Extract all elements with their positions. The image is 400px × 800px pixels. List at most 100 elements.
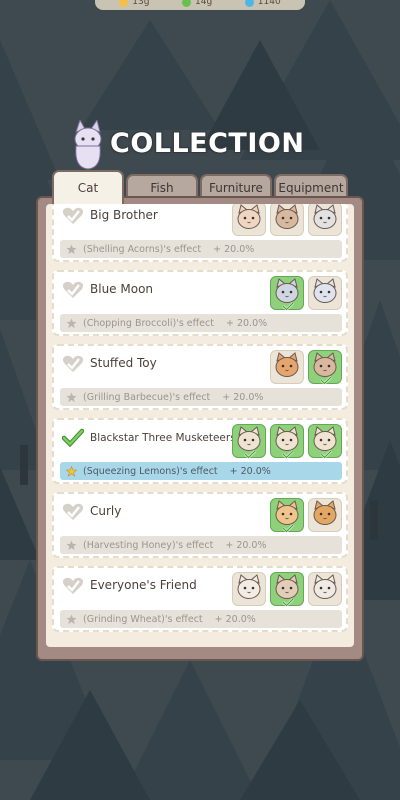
cat-slot[interactable] — [270, 572, 304, 608]
cat-face-icon — [311, 204, 339, 234]
collection-card[interactable]: Stuffed Toy (Grilling Barbecue)'s effect +… — [52, 344, 348, 410]
cat-face-icon — [311, 574, 339, 604]
cat-slot[interactable] — [308, 204, 342, 236]
effect-bonus: + 20.0% — [222, 391, 264, 403]
cat-slots — [232, 204, 342, 236]
star-icon — [66, 317, 77, 329]
cat-slot[interactable] — [270, 276, 304, 312]
cat-slot[interactable] — [270, 498, 304, 534]
effect-text: (Shelling Acorns)'s effect — [83, 243, 202, 255]
cat-face-icon — [311, 500, 339, 530]
collection-header: Curly — [60, 498, 342, 534]
cat-mascot-icon — [70, 118, 106, 174]
cat-slot[interactable] — [232, 204, 266, 236]
effect-bonus: + 20.0% — [214, 613, 256, 625]
header: COLLECTION — [68, 116, 328, 176]
star-icon — [66, 613, 77, 625]
page-title: COLLECTION — [110, 128, 305, 159]
collection-header: Blackstar Three Musketeers — [60, 424, 342, 460]
coins-icon — [119, 0, 129, 7]
effect-text: (Chopping Broccoli)'s effect — [83, 317, 214, 329]
coins-counter: 13g — [119, 0, 149, 7]
star-icon — [66, 243, 77, 255]
owned-check-icon — [282, 518, 294, 537]
cat-face-icon — [235, 574, 263, 604]
effect-text: (Grilling Barbecue)'s effect — [83, 391, 211, 403]
cat-slot[interactable] — [270, 350, 304, 384]
check-incomplete-icon — [62, 502, 84, 522]
collection-list-viewport[interactable]: Big Brother (Shelling Acorns)'s effect + 2… — [46, 204, 354, 647]
effect-bar: (Grinding Wheat)'s effect + 20.0% — [60, 610, 342, 628]
effect-text: (Squeezing Lemons)'s effect — [83, 465, 218, 477]
effect-bonus: + 20.0% — [225, 317, 268, 329]
cat-slots — [232, 572, 342, 608]
energy-counter: 14g — [182, 0, 212, 7]
currency-bar: 13g 14g 1140 — [95, 0, 305, 10]
cat-slot[interactable] — [308, 276, 342, 310]
cat-face-icon — [273, 204, 301, 234]
effect-bonus: + 20.0% — [229, 465, 271, 477]
effect-bar: (Squeezing Lemons)'s effect + 20.0% — [60, 462, 342, 480]
cat-slot[interactable] — [308, 350, 342, 386]
collection-panel: Big Brother (Shelling Acorns)'s effect + 2… — [36, 196, 364, 661]
collection-name: Blue Moon — [90, 282, 154, 296]
coins-value: 13g — [132, 0, 150, 7]
cat-slots — [270, 350, 342, 386]
check-incomplete-icon — [62, 280, 84, 300]
effect-bar: (Chopping Broccoli)'s effect + 20.0% — [60, 314, 342, 332]
tab-cat[interactable]: Cat — [52, 170, 124, 204]
owned-check-icon — [282, 296, 294, 315]
owned-check-icon — [282, 592, 294, 611]
gems-icon — [244, 0, 254, 7]
energy-value: 14g — [195, 0, 213, 7]
gems-value: 1140 — [257, 0, 281, 7]
gems-counter: 1140 — [244, 0, 281, 7]
cat-slots — [270, 276, 342, 312]
check-incomplete-icon — [62, 206, 84, 226]
star-icon — [66, 465, 77, 477]
check-complete-icon — [61, 428, 85, 448]
collection-header: Everyone's Friend — [60, 572, 342, 608]
owned-check-icon — [244, 444, 256, 463]
collection-name: Stuffed Toy — [90, 356, 157, 370]
cat-slot[interactable] — [308, 424, 342, 460]
cat-slot[interactable] — [308, 572, 342, 606]
collection-name: Everyone's Friend — [90, 578, 197, 592]
cat-slots — [270, 498, 342, 534]
effect-bar: (Harvesting Honey)'s effect + 20.0% — [60, 536, 342, 554]
effect-text: (Grinding Wheat)'s effect — [83, 613, 203, 625]
owned-check-icon — [320, 370, 332, 389]
collection-card[interactable]: Curly (Harvesting Honey)'s effect + 20.0% — [52, 492, 348, 558]
effect-bonus: + 20.0% — [213, 243, 255, 255]
collection-name: Big Brother — [90, 208, 158, 222]
owned-check-icon — [282, 444, 294, 463]
owned-check-icon — [320, 444, 332, 463]
star-icon — [66, 391, 77, 403]
collection-header: Blue Moon — [60, 276, 342, 312]
cat-slots — [232, 424, 342, 460]
cat-slot[interactable] — [308, 498, 342, 532]
cat-slot[interactable] — [232, 572, 266, 606]
effect-bar: (Grilling Barbecue)'s effect + 20.0% — [60, 388, 342, 406]
effect-bonus: + 20.0% — [225, 539, 267, 551]
cat-face-icon — [273, 352, 301, 382]
collection-name: Blackstar Three Musketeers — [90, 432, 236, 444]
star-icon — [66, 539, 77, 551]
effect-text: (Harvesting Honey)'s effect — [83, 539, 214, 551]
cat-slot[interactable] — [232, 424, 266, 460]
collection-header: Stuffed Toy — [60, 350, 342, 386]
check-incomplete-icon — [62, 576, 84, 596]
cat-face-icon — [311, 278, 339, 308]
collection-name: Curly — [90, 504, 122, 518]
collection-header: Big Brother — [60, 204, 342, 238]
collection-card[interactable]: Everyone's Friend (Grinding Wheat)'s effe… — [52, 566, 348, 632]
check-incomplete-icon — [62, 354, 84, 374]
effect-bar: (Shelling Acorns)'s effect + 20.0% — [60, 240, 342, 258]
cat-slot[interactable] — [270, 424, 304, 460]
cat-slot[interactable] — [270, 204, 304, 236]
energy-icon — [182, 0, 192, 7]
cat-face-icon — [235, 204, 263, 234]
collection-card[interactable]: Blackstar Three Musketeers (Squeezing Lem… — [52, 418, 348, 484]
collection-card[interactable]: Big Brother (Shelling Acorns)'s effect + 2… — [52, 204, 348, 262]
collection-card[interactable]: Blue Moon (Chopping Broccoli)'s effect + 2… — [52, 270, 348, 336]
